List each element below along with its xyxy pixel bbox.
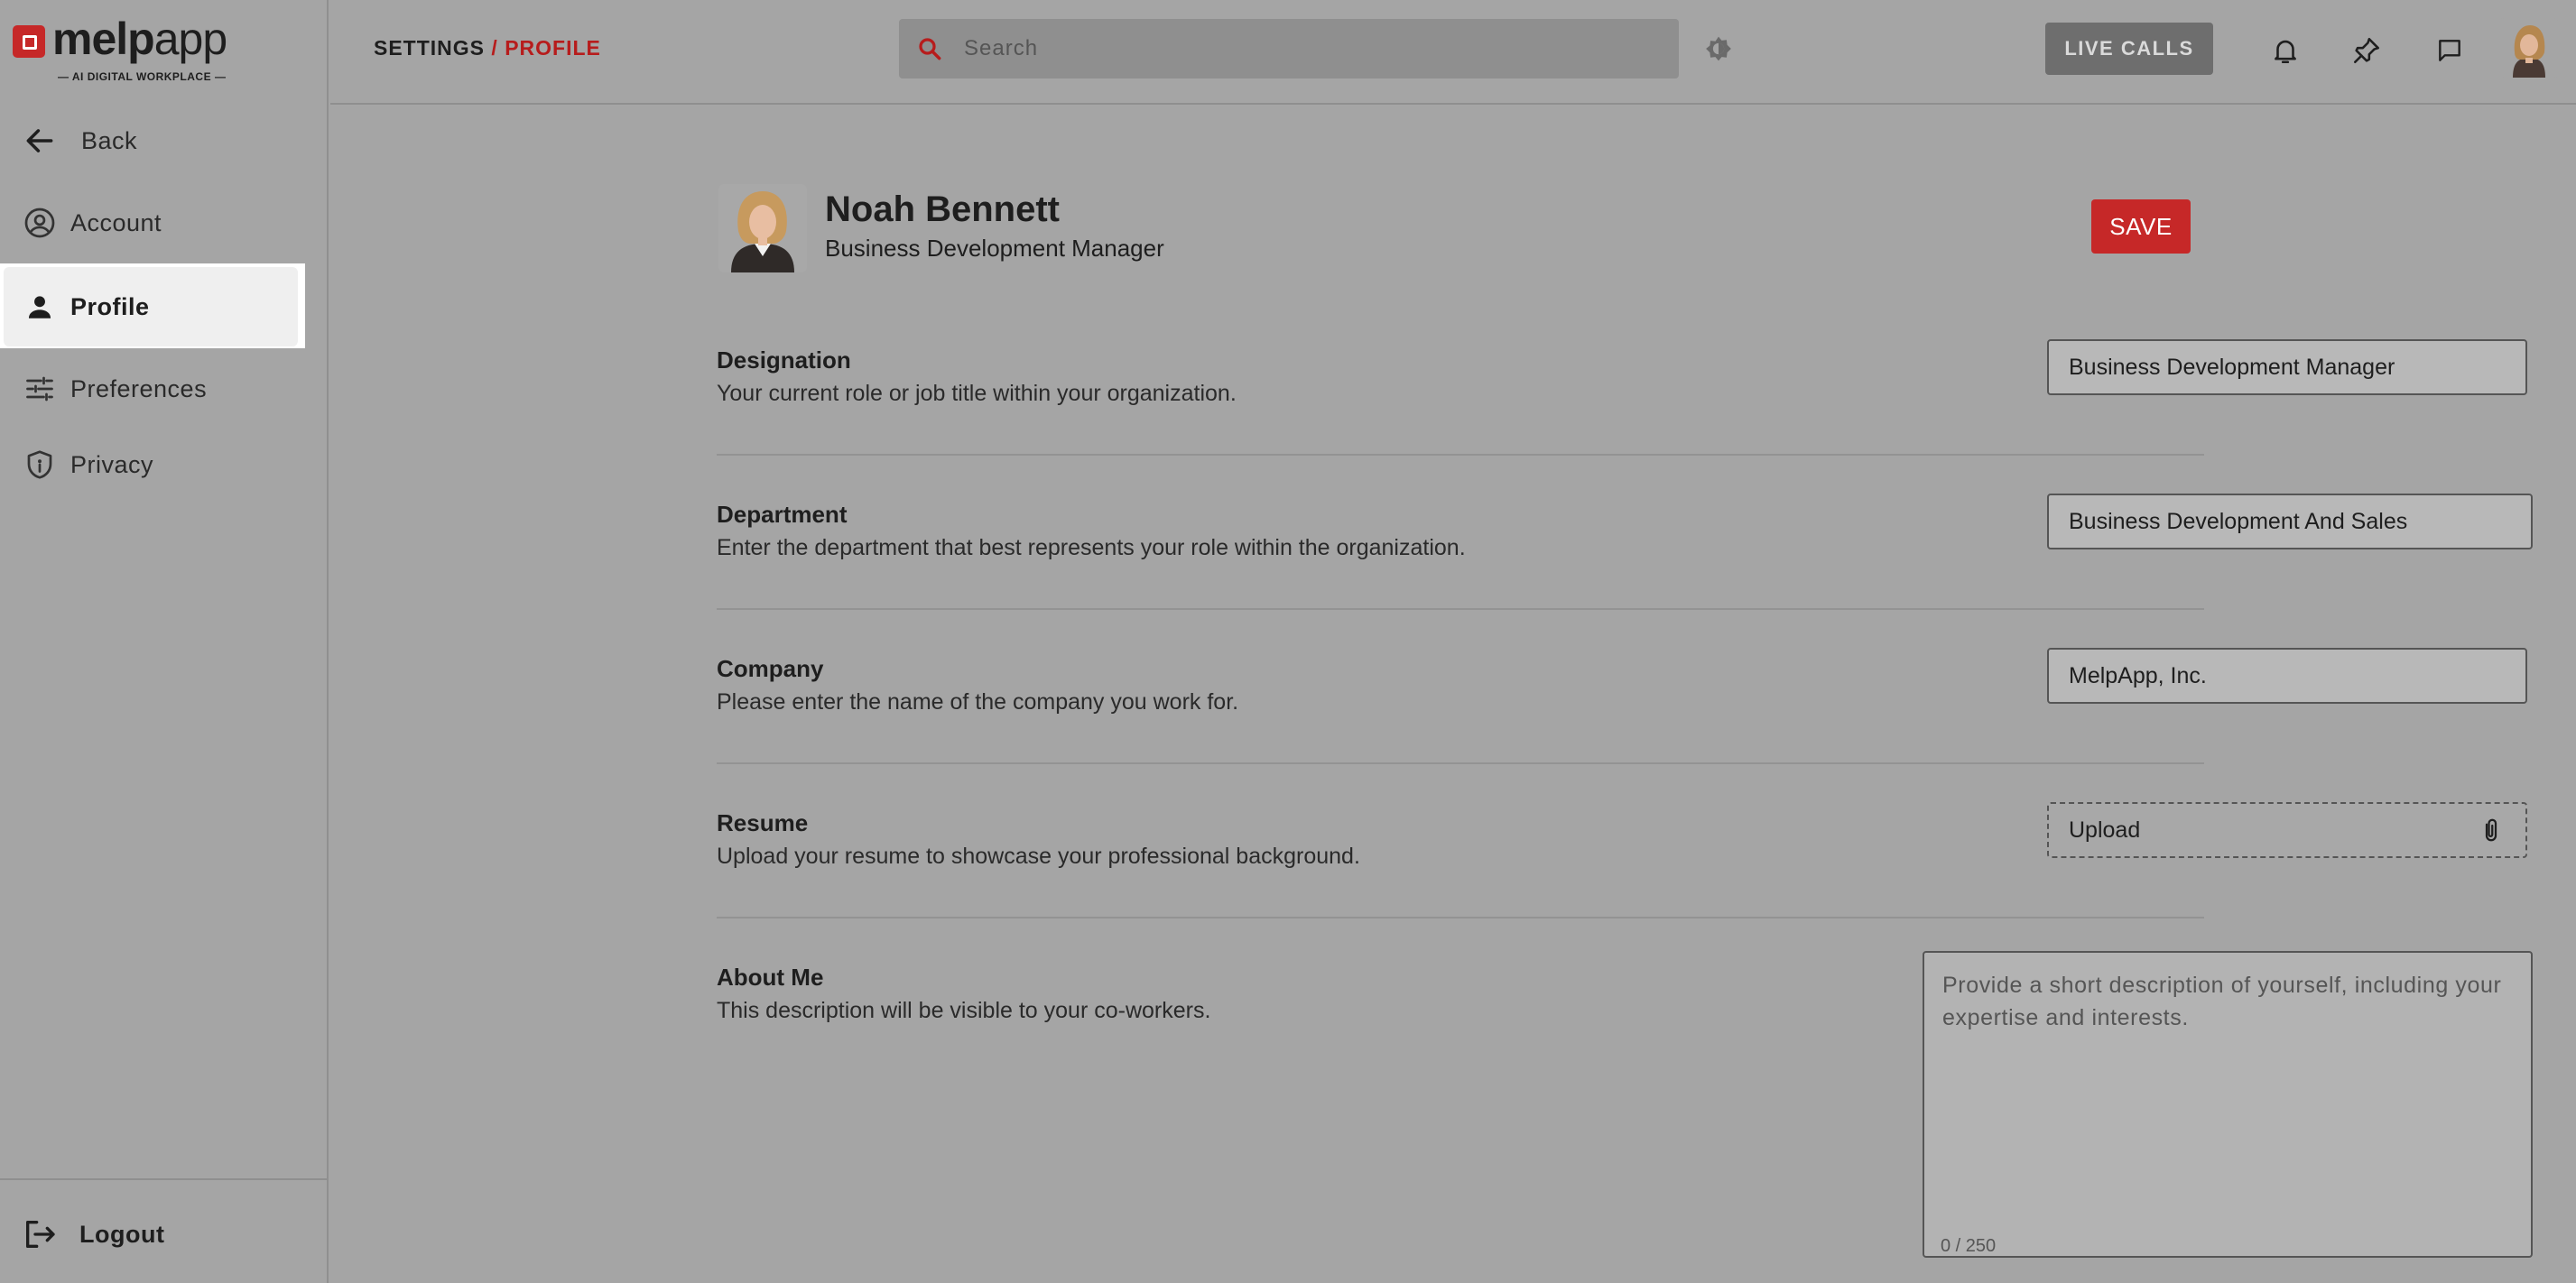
resume-label: Resume: [717, 809, 809, 836]
company-description: Please enter the name of the company you…: [717, 689, 1239, 715]
sliders-icon: [22, 371, 58, 407]
resume-row: Resume Upload your resume to showcase yo…: [717, 802, 2527, 869]
breadcrumb-settings[interactable]: SETTINGS: [374, 36, 485, 60]
department-description: Enter the department that best represent…: [717, 535, 1466, 560]
department-field[interactable]: [2047, 494, 2533, 549]
bell-icon[interactable]: [2267, 32, 2303, 69]
designation-row: Designation Your current role or job tit…: [717, 339, 2527, 406]
sidebar-item-label: Profile: [70, 292, 150, 320]
person-icon: [22, 289, 58, 325]
sidebar-item-profile[interactable]: Profile: [4, 267, 298, 346]
department-label: Department: [717, 501, 848, 528]
logout-button[interactable]: Logout: [4, 1195, 298, 1274]
search-input[interactable]: [964, 31, 1679, 67]
resume-description: Upload your resume to showcase your prof…: [717, 844, 1360, 869]
profile-settings: Noah Bennett Business Development Manage…: [330, 106, 2576, 1283]
profile-name: Noah Bennett: [825, 189, 1060, 229]
designation-label: Designation: [717, 346, 851, 374]
about-description: This description will be visible to your…: [717, 998, 1211, 1023]
upload-label: Upload: [2069, 817, 2141, 843]
search-icon: [915, 34, 944, 63]
theme-toggle-icon[interactable]: [1704, 34, 1733, 63]
about-label: About Me: [717, 964, 824, 991]
live-calls-button[interactable]: LIVE CALLS: [2045, 23, 2213, 75]
user-avatar[interactable]: [2500, 18, 2558, 78]
sidebar-item-account[interactable]: Account: [4, 183, 298, 263]
profile-avatar[interactable]: [718, 184, 807, 272]
profile-job-title: Business Development Manager: [825, 235, 1164, 262]
company-field[interactable]: [2047, 648, 2527, 704]
designation-field[interactable]: [2047, 339, 2527, 395]
field-divider: [717, 454, 2204, 456]
department-row: Department Enter the department that bes…: [717, 494, 2533, 560]
account-circle-icon: [22, 205, 58, 241]
paperclip-icon[interactable]: [2475, 814, 2507, 846]
about-textarea[interactable]: [1923, 951, 2533, 1258]
logout-label: Logout: [79, 1220, 165, 1248]
pin-icon[interactable]: [2349, 32, 2385, 69]
logout-icon: [22, 1216, 58, 1252]
logo-wordmark: melpapp: [52, 14, 227, 64]
sidebar-item-privacy[interactable]: Privacy: [4, 425, 298, 504]
sidebar: melpapp — AI DIGITAL WORKPLACE — Back Ac…: [0, 0, 329, 1283]
designation-description: Your current role or job title within yo…: [717, 381, 1237, 406]
arrow-left-icon: [22, 123, 58, 159]
company-label: Company: [717, 655, 824, 682]
sidebar-item-label: Privacy: [70, 450, 154, 478]
back-label: Back: [81, 126, 138, 154]
field-divider: [717, 762, 2204, 764]
search-bar[interactable]: [899, 19, 1679, 78]
field-divider: [717, 917, 2204, 918]
shield-icon: [22, 447, 58, 483]
sidebar-item-label: Preferences: [70, 374, 208, 402]
sidebar-divider: [0, 1178, 329, 1180]
company-row: Company Please enter the name of the com…: [717, 648, 2527, 715]
sidebar-item-preferences[interactable]: Preferences: [4, 349, 298, 429]
chat-icon[interactable]: [2432, 32, 2468, 69]
logo-mark-icon: [13, 25, 45, 58]
char-count: 0 / 250: [1941, 1236, 1997, 1256]
breadcrumb: SETTINGS / PROFILE: [374, 36, 601, 60]
sidebar-item-label: Account: [70, 208, 162, 236]
logo-tagline: — AI DIGITAL WORKPLACE —: [58, 70, 227, 83]
breadcrumb-profile: PROFILE: [505, 36, 601, 60]
resume-upload-field[interactable]: Upload: [2047, 802, 2527, 858]
save-button[interactable]: SAVE: [2091, 199, 2191, 254]
about-row: About Me This description will be visibl…: [717, 951, 2533, 1270]
melpapp-logo[interactable]: melpapp — AI DIGITAL WORKPLACE —: [9, 14, 244, 90]
back-button[interactable]: Back: [4, 101, 298, 180]
breadcrumb-separator: /: [491, 36, 498, 60]
top-bar: SETTINGS / PROFILE LIVE CALLS: [330, 0, 2576, 105]
field-divider: [717, 608, 2204, 610]
